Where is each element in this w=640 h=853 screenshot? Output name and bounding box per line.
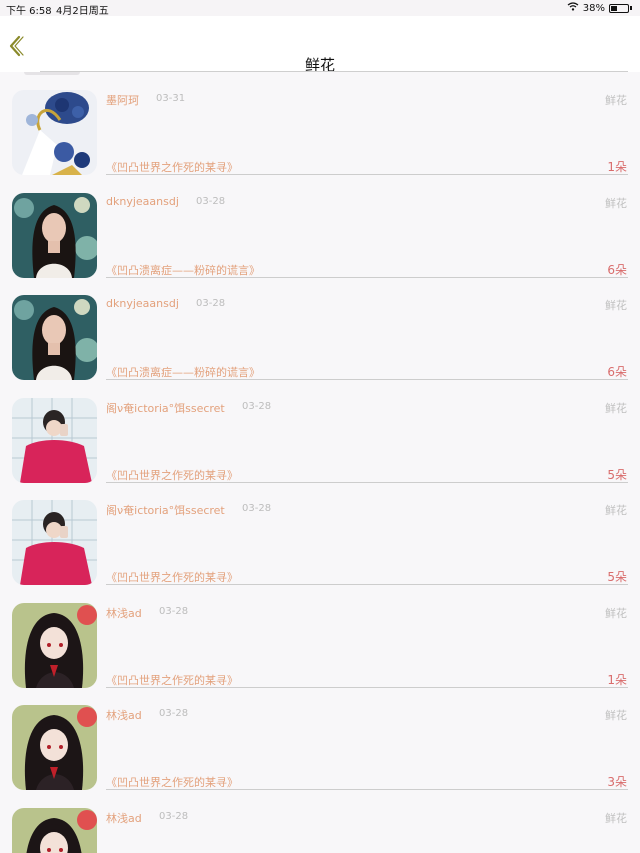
status-indicators: 38% [567,2,632,14]
gift-category: 鲜花 [605,401,627,415]
list-item[interactable]: 林浅ad 03-28 鲜花《凹凸世界之作死的某寻》 1朵 [0,585,640,688]
list-item[interactable]: 阁ν奄ictoria°饵ssecret 03-28 鲜花《凹凸世界之作死的某寻》 5朵 [0,482,640,585]
avatar[interactable] [12,295,97,380]
username[interactable]: 阁ν奄ictoria°饵ssecret [106,502,225,518]
avatar[interactable] [12,807,97,853]
avatar-image [12,192,97,278]
username[interactable]: 林浅ad [106,810,142,826]
work-title[interactable]: 《凹凸世界之作死的某寻》 [106,774,238,790]
gift-count: 6朵 [607,262,627,277]
avatar-image [12,295,97,380]
gift-date: 03-28 [159,708,189,719]
avatar-image [12,90,97,175]
battery-percent: 38% [582,2,605,14]
gift-date: 03-28 [196,195,226,207]
gift-date: 03-28 [242,400,272,412]
battery-icon [609,3,629,13]
status-bar: 下午 6:58 4月2日周五 38% [0,0,640,17]
list-item[interactable]: 林浅ad 03-28 鲜花《凹凸世界之作死的某寻》 3朵 [0,687,640,790]
avatar[interactable] [12,90,97,175]
gift-count: 6朵 [607,365,627,379]
gift-count: 1朵 [607,160,627,174]
gift-date: 03-28 [242,503,272,514]
gift-category: 鲜花 [605,811,627,825]
work-title[interactable]: 《凹凸溃离症——粉碎的谎言》 [106,364,260,380]
list-item[interactable]: 阁ν奄ictoria°饵ssecret 03-28 鲜花《凹凸世界之作死的某寻》 5朵 [0,380,640,483]
gift-count: 5朵 [607,570,627,584]
list-item[interactable]: dknyjeaansdj 03-28 鲜花《凹凸溃离症——粉碎的谎言》 6朵 [0,175,640,278]
list-item[interactable]: dknyjeaansdj 03-28 鲜花《凹凸溃离症——粉碎的谎言》 6朵 [0,277,640,380]
gift-date: 03-28 [159,605,189,617]
gift-record-list[interactable]: 墨阿珂 03-31 鲜花 《凹凸世界之作死的某寻》 1朵 dknyjeaansdj 03-… [0,72,640,853]
wifi-icon [567,2,579,14]
gift-category: 鲜花 [605,709,627,722]
username[interactable]: 林浅ad [106,707,142,723]
avatar[interactable] [12,500,97,585]
avatar[interactable] [12,192,97,278]
gift-count: 1朵 [607,672,627,687]
list-item[interactable]: 林浅ad 03-28 鲜花 [0,790,640,853]
gift-date: 03-28 [159,810,189,822]
gift-category: 鲜花 [605,299,627,312]
navigation-bar: 鲜花 [0,16,640,74]
avatar-image [12,500,97,585]
work-title[interactable]: 《凹凸世界之作死的某寻》 [106,467,238,483]
username[interactable]: dknyjeaansdj [106,297,179,310]
avatar[interactable] [12,705,97,790]
avatar-image [12,602,97,688]
status-date: 4月2日周五 [56,6,109,17]
avatar[interactable] [12,602,97,688]
username[interactable]: 阁ν奄ictoria°饵ssecret [106,400,225,416]
username[interactable]: dknyjeaansdj [106,195,179,208]
gift-category: 鲜花 [605,504,627,517]
gift-category: 鲜花 [605,94,627,107]
list-item[interactable]: 墨阿珂 03-31 鲜花《凹凸世界之作死的某寻》 1朵 [0,72,640,175]
work-title[interactable]: 《凹凸世界之作死的某寻》 [106,569,238,585]
gift-category: 鲜花 [605,606,627,620]
avatar-image [12,705,97,790]
username[interactable]: 墨阿珂 [106,92,139,108]
work-title[interactable]: 《凹凸世界之作死的某寻》 [106,672,238,688]
gift-count: 5朵 [607,467,627,482]
avatar-image [12,397,97,483]
username[interactable]: 林浅ad [106,605,142,621]
work-title[interactable]: 《凹凸溃离症——粉碎的谎言》 [106,262,260,278]
gift-count: 3朵 [607,775,627,789]
avatar[interactable] [12,397,97,483]
work-title[interactable]: 《凹凸世界之作死的某寻》 [106,159,238,175]
gift-category: 鲜花 [605,196,627,210]
gift-date: 03-28 [196,298,226,309]
avatar-image [12,807,97,853]
status-time: 下午 6:58 [6,6,52,17]
gift-date: 03-31 [156,93,186,104]
